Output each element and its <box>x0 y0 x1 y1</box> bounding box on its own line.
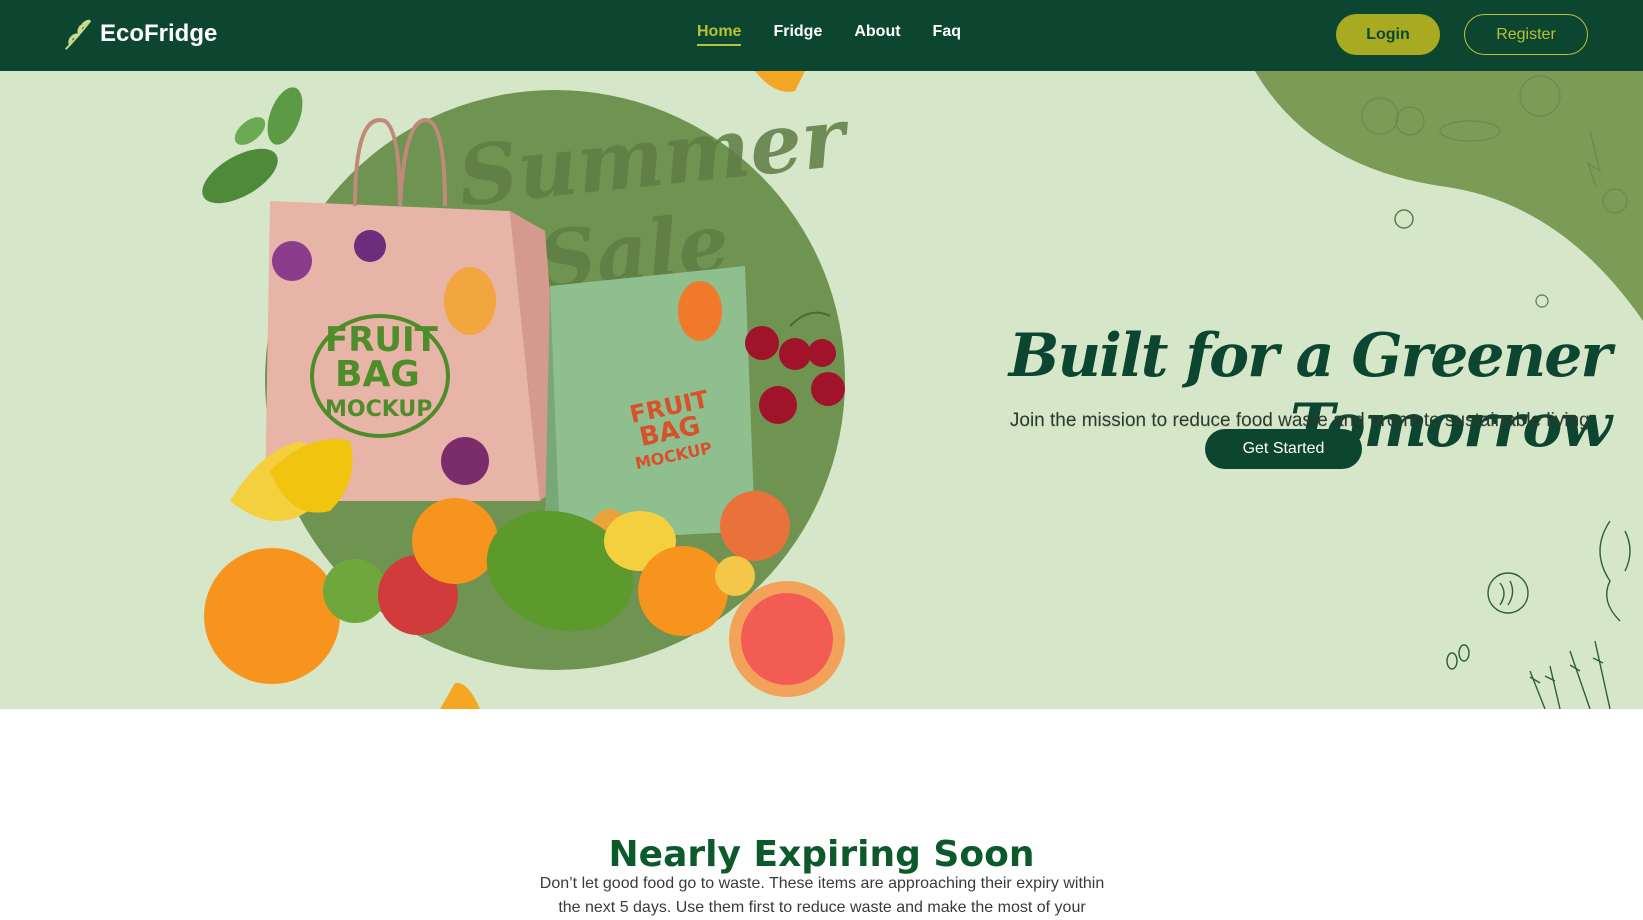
brand-name: EcoFridge <box>100 20 218 47</box>
get-started-button[interactable]: Get Started <box>1205 429 1362 469</box>
navbar: EcoFridge Home Fridge About Faq Login Re… <box>0 0 1643 71</box>
expiring-section-description: Don’t let good food go to waste. These i… <box>539 875 1105 916</box>
expiring-section-title: Nearly Expiring Soon <box>608 833 1035 875</box>
hero-section: Summer Sale FRUIT BAG MOCKUP FRUIT BAG M… <box>0 71 1643 709</box>
orange-slice-bottom-image <box>440 682 480 709</box>
svg-text:BAG: BAG <box>335 354 420 395</box>
register-button[interactable]: Register <box>1464 14 1588 55</box>
nav-faq-link[interactable]: Faq <box>933 23 961 46</box>
nav-about-link[interactable]: About <box>854 23 900 46</box>
mint-leaves-image <box>202 87 303 204</box>
nav-home-link[interactable]: Home <box>697 23 742 46</box>
nav-fridge-link[interactable]: Fridge <box>773 23 822 46</box>
hero-decor-blob <box>1255 71 1643 321</box>
orange-slice-image <box>755 71 805 92</box>
login-button[interactable]: Login <box>1336 14 1440 55</box>
main-nav: Home Fridge About Faq <box>697 23 993 46</box>
svg-text:MOCKUP: MOCKUP <box>325 397 432 422</box>
leaf-sprig-icon <box>65 19 92 50</box>
brand-logo[interactable]: EcoFridge <box>60 14 217 54</box>
bottom-doodles <box>1446 520 1631 709</box>
